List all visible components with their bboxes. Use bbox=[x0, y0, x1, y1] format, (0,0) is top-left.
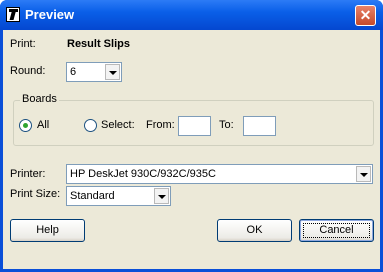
ok-button-label: OK bbox=[246, 224, 263, 236]
print-label: Print: bbox=[10, 38, 36, 50]
preview-dialog: Preview ✕ Print: Result Slips Round: 6 B… bbox=[0, 0, 383, 272]
print-size-selected-value: Standard bbox=[70, 190, 115, 202]
from-input[interactable] bbox=[178, 116, 211, 136]
round-selected-value: 6 bbox=[70, 66, 77, 78]
all-radio[interactable] bbox=[19, 119, 32, 132]
dialog-client-area: Print: Result Slips Round: 6 Boards All … bbox=[3, 30, 380, 269]
ok-button[interactable]: OK bbox=[217, 219, 292, 242]
window-title: Preview bbox=[25, 7, 75, 22]
printer-select[interactable]: HP DeskJet 930C/932C/935C bbox=[66, 164, 373, 184]
cancel-button[interactable]: Cancel bbox=[299, 219, 374, 242]
print-size-label: Print Size: bbox=[10, 188, 61, 200]
select-radio-label[interactable]: Select: bbox=[101, 119, 135, 131]
chevron-down-icon[interactable] bbox=[105, 64, 120, 80]
from-label: From: bbox=[146, 119, 175, 131]
close-button[interactable]: ✕ bbox=[355, 5, 376, 26]
chevron-down-icon[interactable] bbox=[356, 166, 371, 182]
select-radio[interactable] bbox=[84, 119, 97, 132]
to-label: To: bbox=[219, 119, 234, 131]
round-label: Round: bbox=[10, 65, 46, 77]
print-value: Result Slips bbox=[67, 38, 130, 50]
printer-selected-value: HP DeskJet 930C/932C/935C bbox=[70, 168, 216, 180]
title-bar[interactable]: Preview ✕ bbox=[0, 0, 383, 30]
boards-legend: Boards bbox=[20, 93, 59, 105]
all-radio-label[interactable]: All bbox=[37, 119, 49, 131]
to-input[interactable] bbox=[243, 116, 276, 136]
app-logo-icon bbox=[6, 7, 20, 22]
print-size-select[interactable]: Standard bbox=[66, 186, 171, 206]
help-button[interactable]: Help bbox=[10, 219, 85, 242]
printer-label: Printer: bbox=[10, 168, 46, 180]
close-icon: ✕ bbox=[359, 7, 372, 23]
round-select[interactable]: 6 bbox=[66, 62, 122, 82]
chevron-down-icon[interactable] bbox=[154, 188, 169, 204]
